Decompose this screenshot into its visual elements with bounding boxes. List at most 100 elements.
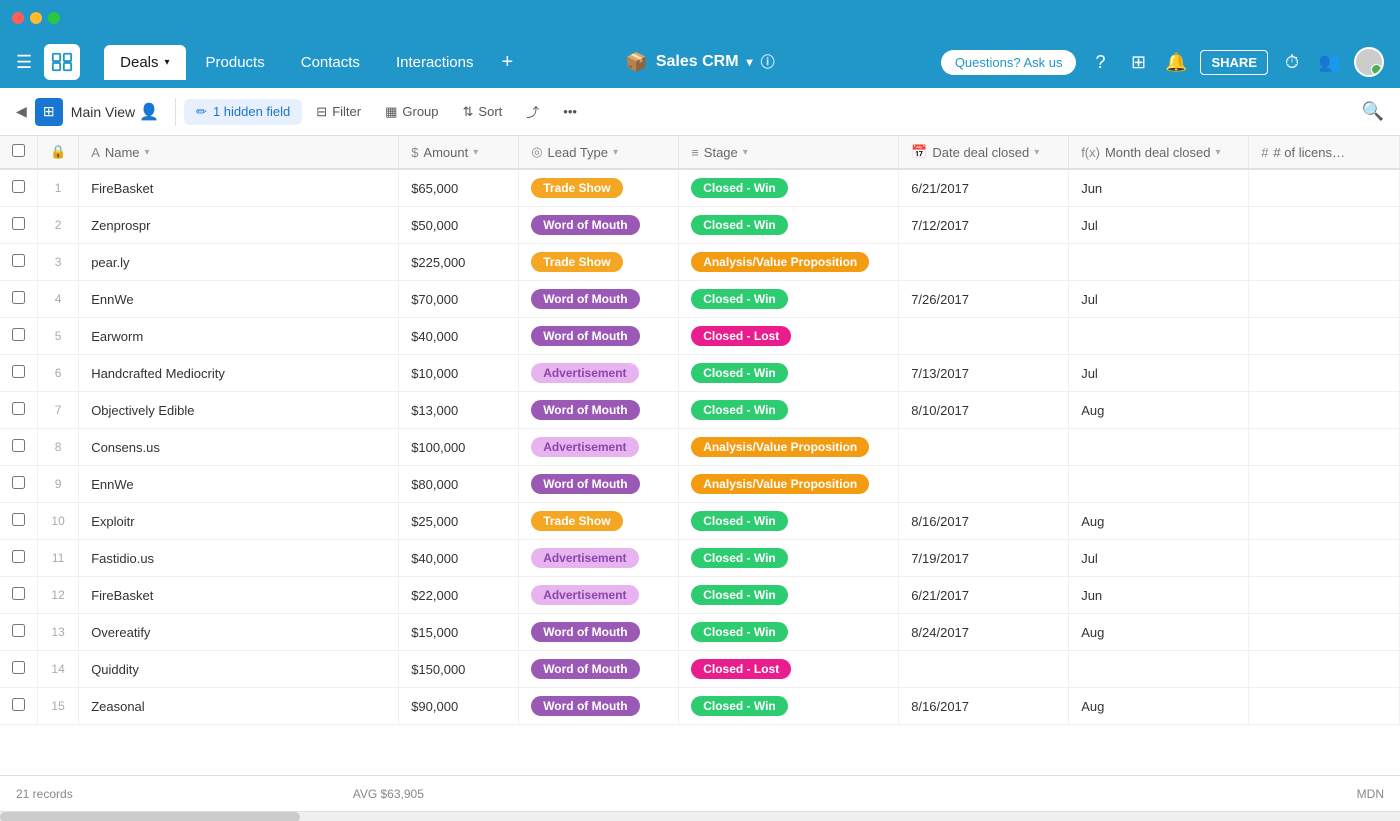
tab-contacts[interactable]: Contacts <box>285 45 376 80</box>
row-amount: $50,000 <box>399 207 519 244</box>
row-checkbox[interactable] <box>12 365 25 378</box>
table-row[interactable]: 7 Objectively Edible $13,000 Word of Mou… <box>0 392 1400 429</box>
row-checkbox[interactable] <box>12 291 25 304</box>
row-checkbox[interactable] <box>12 550 25 563</box>
row-month-closed <box>1069 318 1249 355</box>
th-amount[interactable]: $ Amount ▾ <box>399 136 519 169</box>
tab-deals[interactable]: Deals ▾ <box>104 45 185 80</box>
row-stage: Analysis/Value Proposition <box>679 429 899 466</box>
th-date-closed[interactable]: 📅 Date deal closed ▾ <box>899 136 1069 169</box>
users-icon[interactable]: 👥 <box>1316 48 1344 76</box>
stage-badge: Closed - Win <box>691 400 788 420</box>
table-row[interactable]: 15 Zeasonal $90,000 Word of Mouth Closed… <box>0 688 1400 725</box>
row-month-closed: Aug <box>1069 614 1249 651</box>
row-licenses <box>1249 503 1400 540</box>
app-title-dropdown-icon[interactable]: ▾ <box>747 55 753 69</box>
user-avatar[interactable] <box>1354 47 1384 77</box>
add-tab-button[interactable]: + <box>493 45 521 80</box>
table-row[interactable]: 14 Quiddity $150,000 Word of Mouth Close… <box>0 651 1400 688</box>
date-col-icon: 📅 <box>911 144 927 160</box>
tab-interactions[interactable]: Interactions <box>380 45 490 80</box>
table-row[interactable]: 4 EnnWe $70,000 Word of Mouth Closed - W… <box>0 281 1400 318</box>
table-row[interactable]: 1 FireBasket $65,000 Trade Show Closed -… <box>0 169 1400 207</box>
row-checkbox[interactable] <box>12 439 25 452</box>
row-number: 7 <box>38 392 79 429</box>
group-button[interactable]: ▦ Group <box>375 99 448 125</box>
collapse-icon[interactable]: ◀ <box>16 103 27 120</box>
row-lead-type: Word of Mouth <box>519 614 679 651</box>
help-icon[interactable]: ? <box>1086 48 1114 76</box>
row-checkbox[interactable] <box>12 328 25 341</box>
row-name: Exploitr <box>79 503 399 540</box>
export-button[interactable]: ⤴ <box>516 97 549 126</box>
table-row[interactable]: 8 Consens.us $100,000 Advertisement Anal… <box>0 429 1400 466</box>
maximize-button[interactable] <box>48 12 60 24</box>
search-icon[interactable]: 🔍 <box>1362 101 1384 122</box>
row-month-closed <box>1069 651 1249 688</box>
row-date-closed <box>899 318 1069 355</box>
table-container[interactable]: 🔒 A Name ▾ $ Amount <box>0 136 1400 775</box>
hamburger-icon[interactable]: ☰ <box>16 52 32 73</box>
app-info-icon[interactable]: ⓘ <box>761 52 775 72</box>
row-checkbox[interactable] <box>12 587 25 600</box>
filter-button[interactable]: ⊟ Filter <box>306 99 371 125</box>
th-licenses[interactable]: # # of licens… <box>1249 136 1400 169</box>
row-stage: Closed - Win <box>679 688 899 725</box>
table-row[interactable]: 9 EnnWe $80,000 Word of Mouth Analysis/V… <box>0 466 1400 503</box>
table-row[interactable]: 12 FireBasket $22,000 Advertisement Clos… <box>0 577 1400 614</box>
table-row[interactable]: 11 Fastidio.us $40,000 Advertisement Clo… <box>0 540 1400 577</box>
history-icon[interactable]: ⏱ <box>1278 48 1306 76</box>
row-month-closed: Jul <box>1069 281 1249 318</box>
table-row[interactable]: 6 Handcrafted Mediocrity $10,000 Adverti… <box>0 355 1400 392</box>
row-stage: Closed - Win <box>679 614 899 651</box>
row-number: 5 <box>38 318 79 355</box>
tab-products[interactable]: Products <box>190 45 281 80</box>
th-name[interactable]: A Name ▾ <box>79 136 399 169</box>
row-checkbox[interactable] <box>12 254 25 267</box>
row-lead-type: Trade Show <box>519 169 679 207</box>
tab-interactions-label: Interactions <box>396 54 474 71</box>
stage-badge: Closed - Win <box>691 511 788 531</box>
licenses-col-icon: # <box>1261 145 1268 160</box>
row-checkbox[interactable] <box>12 217 25 230</box>
row-checkbox[interactable] <box>12 624 25 637</box>
select-all-checkbox[interactable] <box>12 144 25 157</box>
th-month-closed[interactable]: f(x) Month deal closed ▾ <box>1069 136 1249 169</box>
close-button[interactable] <box>12 12 24 24</box>
row-amount: $225,000 <box>399 244 519 281</box>
horizontal-scrollbar[interactable] <box>0 811 1400 821</box>
row-name: Overeatify <box>79 614 399 651</box>
notifications-icon[interactable]: 🔔 <box>1162 48 1190 76</box>
share-button[interactable]: SHARE <box>1200 50 1268 75</box>
table-row[interactable]: 3 pear.ly $225,000 Trade Show Analysis/V… <box>0 244 1400 281</box>
th-lead-type[interactable]: ◎ Lead Type ▾ <box>519 136 679 169</box>
table-row[interactable]: 13 Overeatify $15,000 Word of Mouth Clos… <box>0 614 1400 651</box>
row-checkbox[interactable] <box>12 698 25 711</box>
row-checkbox-cell <box>0 318 38 355</box>
hidden-fields-button[interactable]: ✏ 1 hidden field <box>184 99 302 125</box>
row-checkbox[interactable] <box>12 661 25 674</box>
sort-button[interactable]: ⇅ Sort <box>453 99 513 125</box>
th-stage[interactable]: ≡ Stage ▾ <box>679 136 899 169</box>
row-checkbox[interactable] <box>12 476 25 489</box>
row-number: 14 <box>38 651 79 688</box>
scrollbar-thumb[interactable] <box>0 812 300 821</box>
th-lead-type-label: Lead Type <box>548 145 608 160</box>
row-licenses <box>1249 281 1400 318</box>
row-checkbox[interactable] <box>12 402 25 415</box>
more-options-button[interactable]: ••• <box>553 99 587 124</box>
row-checkbox[interactable] <box>12 513 25 526</box>
nav-right: Questions? Ask us ? ⊞ 🔔 SHARE ⏱ 👥 <box>941 47 1384 77</box>
row-stage: Closed - Win <box>679 540 899 577</box>
table-row[interactable]: 2 Zenprospr $50,000 Word of Mouth Closed… <box>0 207 1400 244</box>
view-share-icon[interactable]: 👤 <box>139 102 159 122</box>
row-number: 15 <box>38 688 79 725</box>
table-row[interactable]: 10 Exploitr $25,000 Trade Show Closed - … <box>0 503 1400 540</box>
minimize-button[interactable] <box>30 12 42 24</box>
apps-icon[interactable]: ⊞ <box>1124 48 1152 76</box>
row-checkbox[interactable] <box>12 180 25 193</box>
table-row[interactable]: 5 Earworm $40,000 Word of Mouth Closed -… <box>0 318 1400 355</box>
row-checkbox-cell <box>0 355 38 392</box>
ask-us-button[interactable]: Questions? Ask us <box>941 50 1077 75</box>
stage-col-icon: ≡ <box>691 145 699 160</box>
